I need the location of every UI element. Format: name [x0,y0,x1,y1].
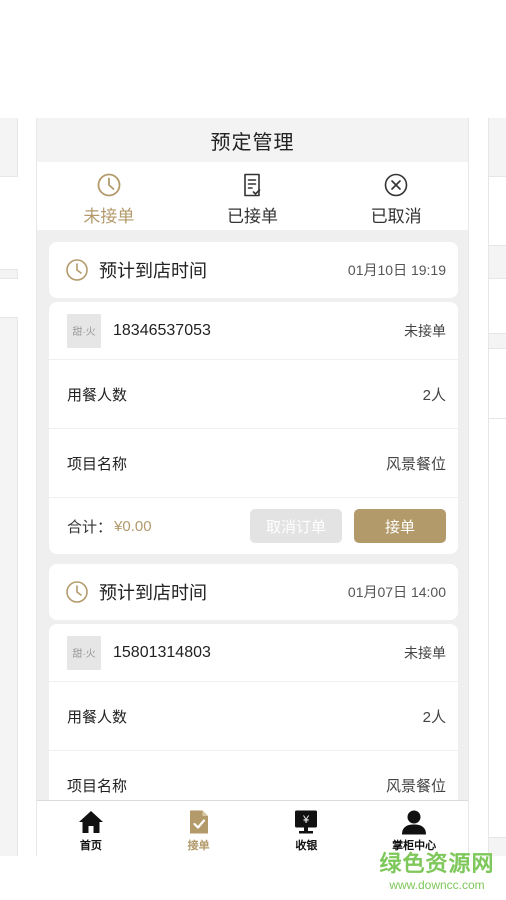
shop-logo: 甜·火 [67,635,101,670]
customer-phone: 18346537053 [113,321,211,339]
bottom-tab-home[interactable]: 首页 [37,801,145,856]
bottom-tab-label: 接单 [187,840,210,852]
guest-count-label: 用餐人数 [67,708,128,726]
total-label: 合计： [67,518,113,536]
order-status: 未接单 [404,644,446,661]
ghost-block [489,418,506,838]
guest-count-value: 2人 [422,386,446,404]
clock-icon [97,173,121,197]
user-icon [402,810,427,835]
item-name-row: 项目名称 风景餐位 [49,429,458,498]
accept-order-button[interactable]: 接单 [354,509,446,543]
order-footer: 合计： ¥0.00 取消订单 接单 [49,498,458,554]
previous-screen-edge [0,118,18,856]
tab-label: 已接单 [227,207,278,226]
bottom-tab-label: 收银 [295,840,318,852]
screenshot-stage: 预定管理 未接单 已接单 已取消 预计到店时间 01月10日 19:19 甜·火… [0,0,506,900]
ghost-block [0,278,18,318]
ghost-block [489,176,506,246]
item-name-label: 项目名称 [67,455,128,473]
customer-phone: 15801314803 [113,643,211,661]
order-header: 甜·火 15801314803 未接单 [49,624,458,682]
cancel-order-button[interactable]: 取消订单 [250,509,342,543]
order-card[interactable]: 甜·火 15801314803 未接单 用餐人数 2人 项目名称 风景餐位 [49,624,458,820]
next-screen-edge [488,118,506,856]
shop-logo: 甜·火 [67,313,101,348]
tab-accepted[interactable]: 已接单 [181,162,325,230]
ghost-block [0,176,18,270]
arrival-time-value: 01月10日 19:19 [347,262,446,278]
svg-text:¥: ¥ [302,814,310,826]
watermark-text: 绿色资源网 [379,851,495,876]
order-accept-icon [189,810,208,834]
total-value: ¥0.00 [114,517,152,535]
guest-count-value: 2人 [422,708,446,726]
item-name-value: 风景餐位 [385,777,446,795]
bottom-tab-label: 首页 [79,840,102,852]
clock-icon [66,581,88,603]
ghost-block [489,278,506,334]
home-icon [78,811,103,833]
page-title: 预定管理 [210,131,295,154]
arrival-time-label: 预计到店时间 [99,261,207,281]
watermark-url: www.downcc.com [389,878,485,892]
order-list: 预计到店时间 01月10日 19:19 甜·火 18346537053 未接单 … [49,242,458,830]
bottom-tab-orders[interactable]: 接单 [145,801,253,856]
clock-icon [66,259,88,281]
item-name-label: 项目名称 [67,777,128,795]
guest-count-label: 用餐人数 [67,386,128,404]
document-check-icon [243,173,260,197]
bottom-tab-cashier[interactable]: ¥ 收银 [253,801,361,856]
watermark: 绿色资源网 www.downcc.com [372,846,502,892]
order-header: 甜·火 18346537053 未接单 [49,302,458,360]
item-name-value: 风景餐位 [385,455,446,473]
arrival-time-label: 预计到店时间 [99,583,207,603]
order-card[interactable]: 甜·火 18346537053 未接单 用餐人数 2人 项目名称 风景餐位 合计… [49,302,458,554]
tab-label: 未接单 [83,207,135,226]
reservation-management-screen: 预定管理 未接单 已接单 已取消 预计到店时间 01月10日 19:19 甜·火… [36,118,469,856]
tab-cancelled[interactable]: 已取消 [324,162,468,230]
arrival-time-card: 预计到店时间 01月10日 19:19 [49,242,458,298]
tab-pending[interactable]: 未接单 [37,162,181,230]
arrival-time-card: 预计到店时间 01月07日 14:00 [49,564,458,620]
arrival-time-value: 01月07日 14:00 [347,584,446,600]
ghost-block [489,348,506,428]
circle-x-icon [384,173,408,197]
guest-count-row: 用餐人数 2人 [49,682,458,751]
cashier-icon: ¥ [295,810,318,834]
nav-bar: 预定管理 [37,118,468,162]
status-tabs: 未接单 已接单 已取消 [37,162,468,230]
guest-count-row: 用餐人数 2人 [49,360,458,429]
tab-label: 已取消 [370,207,422,226]
order-status: 未接单 [404,322,446,339]
